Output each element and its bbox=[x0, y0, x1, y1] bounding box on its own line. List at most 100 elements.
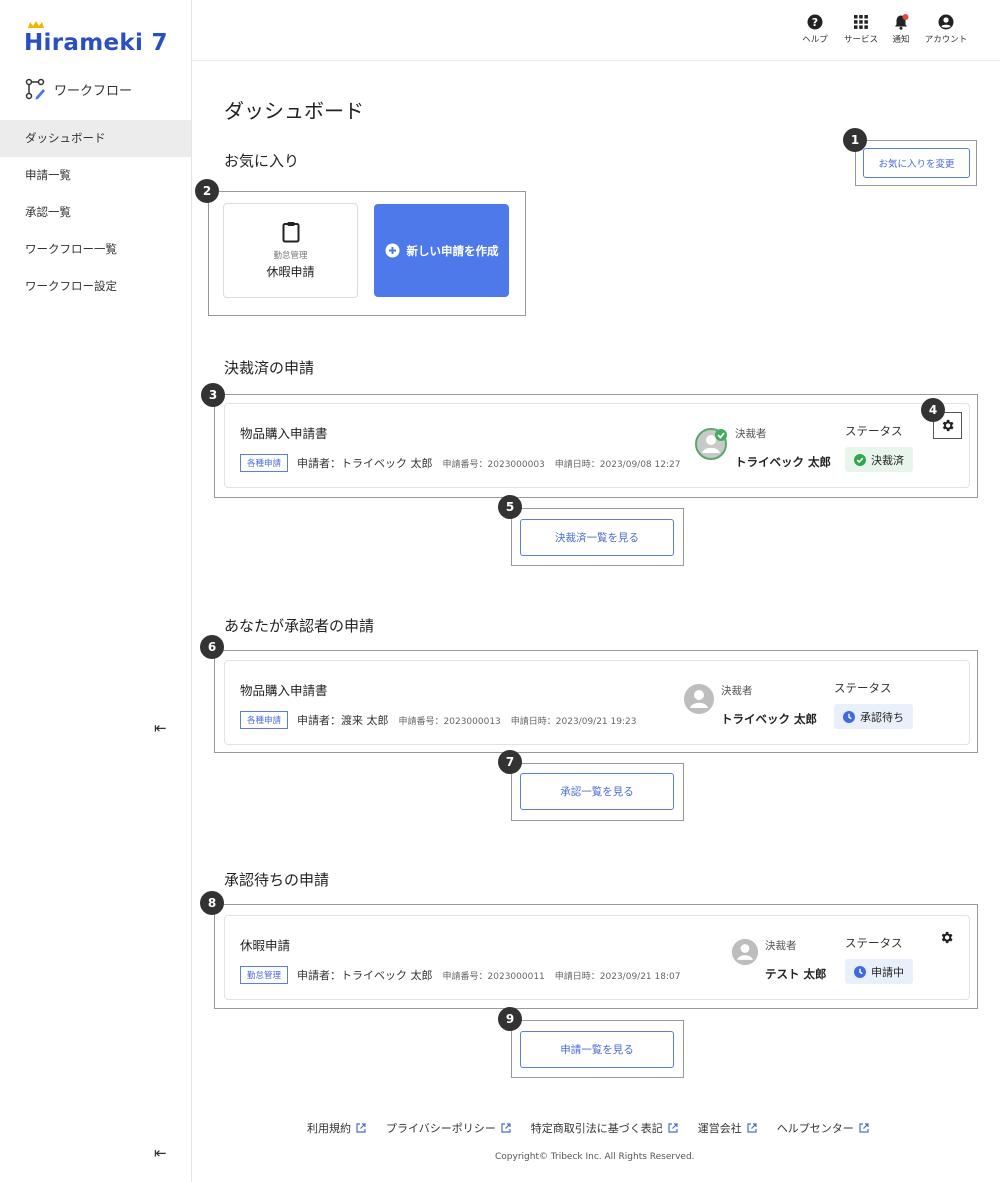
marker-1: 1 bbox=[843, 128, 867, 152]
sidebar: Hirameki 7 ワークフロー ダッシュボード 申請一覧 承認一覧 ワークフ… bbox=[0, 0, 192, 1182]
marker-7: 7 bbox=[498, 750, 522, 774]
application-meta: 勤怠管理 申請者：トライベック 太郎 申請番号：2023000011 申請日時：… bbox=[240, 966, 690, 984]
footer-link-label: 利用規約 bbox=[307, 1122, 351, 1135]
favorite-category: 勤怠管理 bbox=[273, 251, 308, 261]
approver: 決裁者 トライベック 太郎 bbox=[683, 683, 817, 727]
collapse-sidebar-icon[interactable]: ⇤ bbox=[154, 719, 167, 737]
clock-icon bbox=[843, 710, 855, 723]
sidebar-item-dashboard[interactable]: ダッシュボード bbox=[0, 120, 191, 157]
new-application-label: 新しい申請を作成 bbox=[406, 243, 499, 258]
category-tag: 勤怠管理 bbox=[240, 966, 289, 984]
copyright: Copyright© Tribeck Inc. All Rights Reser… bbox=[495, 1152, 695, 1162]
approver-info: 決裁者 テスト 太郎 bbox=[765, 938, 827, 982]
svg-text:?: ? bbox=[812, 16, 818, 29]
view-approvals-button[interactable]: 承認一覧を見る bbox=[520, 773, 674, 810]
approver: 決裁者 トライベック 太郎 bbox=[695, 426, 831, 470]
bell-icon bbox=[895, 14, 909, 30]
marker-8: 8 bbox=[200, 891, 224, 915]
status: ステータス 承認待ち bbox=[834, 680, 913, 729]
settings-button[interactable] bbox=[939, 930, 954, 949]
avatar-icon bbox=[731, 938, 759, 966]
approver-name: トライベック 太郎 bbox=[735, 455, 832, 469]
marker-2: 2 bbox=[195, 179, 219, 203]
collapse-sidebar-icon[interactable]: ⇤ bbox=[154, 1144, 167, 1162]
footer-link-company[interactable]: 運営会社 bbox=[698, 1120, 757, 1136]
application-card[interactable]: 休暇申請 勤怠管理 申請者：トライベック 太郎 申請番号：2023000011 … bbox=[224, 915, 970, 1000]
app-switcher[interactable]: ワークフロー bbox=[24, 78, 132, 100]
footer-link-privacy[interactable]: プライバシーポリシー bbox=[386, 1120, 511, 1136]
external-link-icon bbox=[747, 1123, 757, 1133]
footer-link-label: 運営会社 bbox=[697, 1122, 742, 1135]
application-card[interactable]: 物品購入申請書 各種申請 申請者：渡来 太郎 申請番号：2023000013 申… bbox=[224, 660, 970, 745]
brand-logo[interactable]: Hirameki 7 bbox=[24, 21, 168, 56]
help-icon: ? bbox=[807, 14, 823, 30]
sidebar-nav: ダッシュボード 申請一覧 承認一覧 ワークフロー一覧 ワークフロー設定 bbox=[0, 120, 191, 305]
footer-link-commerce-law[interactable]: 特定商取引法に基づく表記 bbox=[531, 1120, 678, 1136]
account-button[interactable]: アカウント bbox=[920, 14, 972, 45]
page-title: ダッシュボード bbox=[224, 99, 364, 123]
change-favorites-button[interactable]: お気に入りを変更 bbox=[863, 148, 970, 178]
footer-links: 利用規約 プライバシーポリシー 特定商取引法に基づく表記 運営会社 ヘルプセンタ… bbox=[307, 1120, 869, 1136]
external-link-icon bbox=[356, 1123, 366, 1133]
pending-title: 承認待ちの申請 bbox=[224, 871, 330, 889]
application-number: 申請番号：2023000003 bbox=[442, 459, 545, 470]
workflow-icon bbox=[25, 78, 45, 100]
application-number: 申請番号：2023000013 bbox=[398, 716, 501, 727]
status: ステータス 申請中 bbox=[845, 935, 913, 984]
completed-title: 決裁済の申請 bbox=[224, 359, 315, 377]
sidebar-item-applications[interactable]: 申請一覧 bbox=[0, 157, 191, 194]
status-label: ステータス bbox=[845, 936, 903, 950]
application-meta: 各種申請 申請者：渡来 太郎 申請番号：2023000013 申請日時：2023… bbox=[240, 711, 646, 729]
marker-6: 6 bbox=[200, 635, 224, 659]
application-date: 申請日時：2023/09/21 19:23 bbox=[510, 716, 637, 727]
status: ステータス 決裁済 bbox=[845, 423, 913, 472]
marker-4: 4 bbox=[921, 398, 945, 422]
external-link-icon bbox=[859, 1123, 869, 1133]
view-completed-button[interactable]: 決裁済一覧を見る bbox=[520, 519, 674, 556]
applicant: 申請者：渡来 太郎 bbox=[297, 714, 389, 727]
gear-icon bbox=[941, 931, 953, 944]
sidebar-item-approvals[interactable]: 承認一覧 bbox=[0, 194, 191, 231]
logo-text: Hirameki 7 bbox=[24, 30, 168, 56]
approver-name: テスト 太郎 bbox=[765, 967, 827, 981]
footer-link-label: プライバシーポリシー bbox=[386, 1122, 496, 1135]
applicant: 申請者：トライベック 太郎 bbox=[297, 969, 433, 982]
services-label: サービス bbox=[843, 35, 878, 45]
approver-label: 決裁者 bbox=[765, 940, 797, 952]
status-badge: 決裁済 bbox=[845, 447, 913, 472]
category-tag: 各種申請 bbox=[240, 711, 289, 729]
favorite-card[interactable]: 勤怠管理 休暇申請 bbox=[223, 203, 358, 298]
approver-info: 決裁者 トライベック 太郎 bbox=[721, 683, 817, 727]
category-tag: 各種申請 bbox=[240, 454, 289, 472]
notifications-label: 通知 bbox=[892, 35, 910, 45]
marker-3: 3 bbox=[201, 383, 225, 407]
application-title: 物品購入申請書 bbox=[240, 683, 328, 698]
approver: 決裁者 テスト 太郎 bbox=[731, 938, 827, 982]
help-button[interactable]: ? ヘルプ bbox=[789, 14, 841, 45]
application-title: 物品購入申請書 bbox=[240, 426, 328, 441]
new-application-button[interactable]: 新しい申請を作成 bbox=[374, 204, 509, 297]
clock-icon bbox=[854, 965, 866, 978]
plus-circle-icon bbox=[385, 243, 399, 258]
status-text: 申請中 bbox=[871, 965, 904, 979]
crown-icon bbox=[28, 21, 44, 28]
avatar-approved-icon bbox=[695, 428, 727, 460]
sidebar-item-workflow-settings[interactable]: ワークフロー設定 bbox=[0, 268, 191, 305]
view-applications-button[interactable]: 申請一覧を見る bbox=[520, 1031, 674, 1068]
footer-link-label: 特定商取引法に基づく表記 bbox=[530, 1122, 663, 1135]
status-text: 承認待ち bbox=[860, 710, 904, 724]
help-label: ヘルプ bbox=[802, 35, 828, 45]
approver-label: 決裁者 bbox=[721, 685, 753, 697]
sidebar-item-workflows[interactable]: ワークフロー一覧 bbox=[0, 231, 191, 268]
marker-5: 5 bbox=[498, 495, 522, 519]
application-card[interactable]: 物品購入申請書 各種申請 申請者：トライベック 太郎 申請番号：20230000… bbox=[224, 403, 970, 488]
check-circle-icon bbox=[854, 453, 866, 466]
external-link-icon bbox=[501, 1123, 511, 1133]
status-badge: 申請中 bbox=[845, 959, 913, 984]
footer-link-terms[interactable]: 利用規約 bbox=[307, 1120, 366, 1136]
application-date: 申請日時：2023/09/08 12:27 bbox=[554, 459, 681, 470]
account-icon bbox=[938, 14, 954, 30]
footer-link-help-center[interactable]: ヘルプセンター bbox=[777, 1120, 869, 1136]
applicant: 申請者：トライベック 太郎 bbox=[297, 457, 433, 470]
status-label: ステータス bbox=[845, 424, 903, 438]
